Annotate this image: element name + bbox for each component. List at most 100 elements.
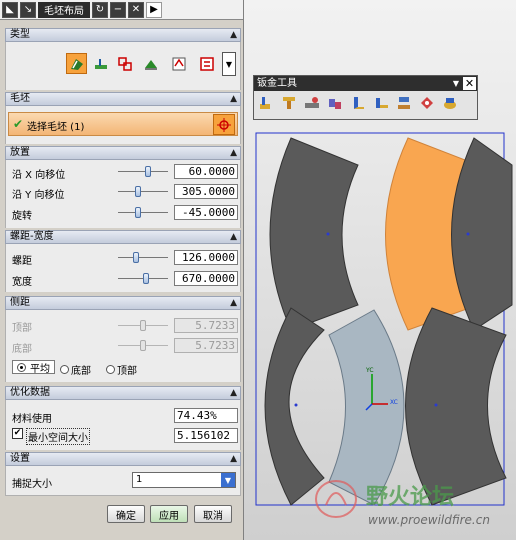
section-title-settings: 设置 <box>10 453 30 464</box>
type-single-row-icon[interactable] <box>90 53 111 74</box>
top-gap-slider <box>118 318 168 333</box>
min-gap-checkbox[interactable]: ✔ <box>12 428 23 439</box>
radio-average-dot <box>17 362 26 372</box>
form-tool-icon[interactable] <box>302 93 321 113</box>
width-label: 宽度 <box>12 277 32 288</box>
select-blank-label: 选择毛坯 (1) <box>27 122 85 133</box>
width-slider[interactable] <box>118 271 168 286</box>
section-title-optimize: 优化数据 <box>10 387 50 398</box>
section-header-blank[interactable]: 毛坯 ▲ <box>5 92 241 106</box>
material-usage-value: 74.43% <box>174 408 238 423</box>
y-offset-slider[interactable] <box>118 184 168 199</box>
radio-top[interactable]: 顶部 <box>106 362 137 377</box>
radio-bottom[interactable]: 底部 <box>60 362 91 377</box>
pitch-slider[interactable] <box>118 250 168 265</box>
snap-size-select[interactable]: 1 ▼ <box>132 472 236 488</box>
section-header-pitch-width[interactable]: 螺距-宽度 ▲ <box>5 230 241 244</box>
collapse-icon: ▲ <box>230 232 237 242</box>
section-side-gap-body: 顶部 5.7233 底部 5.7233 平均 底部 顶部 <box>5 310 241 382</box>
shape-icon[interactable] <box>417 93 436 113</box>
radio-average[interactable]: 平均 <box>12 360 55 375</box>
section-header-side-gap[interactable]: 侧距 ▲ <box>5 296 241 310</box>
section-title-type: 类型 <box>10 29 30 40</box>
type-custom-icon[interactable] <box>196 53 217 74</box>
y-offset-label: 沿 Y 向移位 <box>12 190 65 201</box>
dialog-minimize-icon[interactable]: − <box>110 1 126 18</box>
pitch-label: 螺距 <box>12 256 32 267</box>
bottom-gap-label: 底部 <box>12 344 32 355</box>
axis-y-label: YC <box>365 367 374 374</box>
flange-icon[interactable] <box>279 93 298 113</box>
type-dropdown-icon[interactable]: ▼ <box>222 52 236 76</box>
type-mirror-icon[interactable] <box>168 53 189 74</box>
rotation-input[interactable]: -45.0000 <box>174 205 238 220</box>
dialog-close-icon[interactable]: ✕ <box>128 1 144 18</box>
min-gap-value[interactable]: 5.156102 <box>174 428 238 443</box>
section-title-side-gap: 侧距 <box>10 297 30 308</box>
type-rotate-icon[interactable] <box>140 53 161 74</box>
section-title-blank: 毛坯 <box>10 93 30 104</box>
radio-bottom-label: 底部 <box>71 366 91 377</box>
apply-button[interactable]: 应用 <box>150 505 188 523</box>
x-offset-slider[interactable] <box>118 164 168 179</box>
pitch-input[interactable]: 126.0000 <box>174 250 238 265</box>
toolbar-title: 钣金工具 <box>257 78 297 89</box>
radio-top-label: 顶部 <box>117 366 137 377</box>
dialog-collapse-icon[interactable]: ◣ <box>2 1 18 18</box>
type-freeform-icon[interactable] <box>66 53 87 74</box>
top-gap-label: 顶部 <box>12 323 32 334</box>
unbend-icon[interactable] <box>371 93 390 113</box>
collapse-icon: ▲ <box>230 94 237 104</box>
dialog-reset-icon[interactable]: ↻ <box>92 1 108 18</box>
bend-icon[interactable] <box>348 93 367 113</box>
press-icon[interactable] <box>394 93 413 113</box>
blank-part-1[interactable] <box>269 137 359 331</box>
collapse-icon: ▲ <box>230 454 237 464</box>
export-icon[interactable] <box>440 93 459 113</box>
y-offset-input[interactable]: 305.0000 <box>174 184 238 199</box>
min-gap-label: 最小空间大小 <box>26 428 90 445</box>
ok-button[interactable]: 确定 <box>107 505 145 523</box>
cancel-button[interactable]: 取消 <box>194 505 232 523</box>
watermark: 野火论坛 www.proewildfire.cn <box>308 475 516 535</box>
blank-developer-icon[interactable] <box>256 93 275 113</box>
section-title-placement: 放置 <box>10 147 30 158</box>
snap-size-dropdown-icon[interactable]: ▼ <box>221 473 235 487</box>
section-blank-body: ✔ 选择毛坯 (1) <box>5 106 241 144</box>
snap-size-value: 1 <box>136 474 143 485</box>
top-gap-input: 5.7233 <box>174 318 238 333</box>
watermark-url: www.proewildfire.cn <box>368 513 490 527</box>
width-input[interactable]: 670.0000 <box>174 271 238 286</box>
toolbar-close-icon[interactable]: ✕ <box>463 77 476 90</box>
section-header-type[interactable]: 类型 ▲ <box>5 28 241 42</box>
section-header-optimize[interactable]: 优化数据 ▲ <box>5 386 241 400</box>
dialog-expand-icon[interactable]: ▶ <box>146 1 162 18</box>
material-usage-label: 材料使用 <box>12 414 52 425</box>
section-type-body: ▼ <box>5 42 241 90</box>
select-blank-row[interactable]: ✔ 选择毛坯 (1) <box>8 112 238 136</box>
radio-average-label: 平均 <box>30 363 50 375</box>
center-marker <box>326 232 330 236</box>
section-header-settings[interactable]: 设置 ▲ <box>5 452 241 466</box>
nest-icon[interactable] <box>325 93 344 113</box>
collapse-icon: ▲ <box>230 388 237 398</box>
type-double-row-icon[interactable] <box>114 53 135 74</box>
sheet-metal-toolbar: 钣金工具 ▼ ✕ <box>253 75 478 120</box>
dialog-pin-icon[interactable]: ↘ <box>20 1 36 18</box>
section-title-pitch-width: 螺距-宽度 <box>10 231 54 242</box>
crosshair-select-icon[interactable] <box>213 114 235 135</box>
section-optimize-body: 材料使用 74.43% ✔ 最小空间大小 5.156102 <box>5 400 241 450</box>
watermark-title: 野火论坛 <box>366 484 455 510</box>
rotation-slider[interactable] <box>118 205 168 220</box>
bottom-gap-input: 5.7233 <box>174 338 238 353</box>
center-marker <box>466 232 470 236</box>
x-offset-input[interactable]: 60.0000 <box>174 164 238 179</box>
section-header-placement[interactable]: 放置 ▲ <box>5 146 241 160</box>
rotation-label: 旋转 <box>12 211 32 222</box>
collapse-icon: ▲ <box>230 30 237 40</box>
toolbar-menu-icon[interactable]: ▼ <box>453 76 459 91</box>
dialog-title: 毛坯布局 <box>38 1 90 18</box>
radio-top-dot <box>106 365 115 374</box>
section-settings-body: 捕捉大小 1 ▼ <box>5 466 241 496</box>
axis-x-label: XC <box>390 399 398 406</box>
